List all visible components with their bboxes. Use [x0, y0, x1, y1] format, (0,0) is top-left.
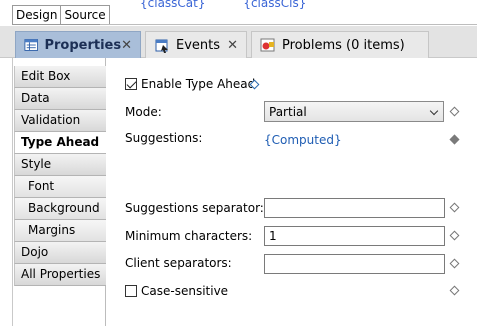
enable-type-ahead-row: Enable Type Ahead — [125, 77, 255, 91]
divider — [12, 58, 13, 326]
view-tab-bar: Properties ✕ Events ✕ Problems (0 items) — [0, 26, 477, 58]
editor-cut-text: {classCat} {classCls} — [140, 0, 340, 10]
tab-events[interactable]: Events ✕ — [145, 31, 247, 58]
tab-events-label: Events — [176, 37, 221, 53]
property-diamond-icon[interactable] — [449, 230, 460, 241]
divider — [100, 24, 477, 25]
suggestions-separator-label: Suggestions separator: — [125, 201, 264, 215]
suggestions-computed-link[interactable]: {Computed} — [264, 133, 342, 147]
enable-type-ahead-label: Enable Type Ahead — [141, 77, 256, 91]
editor-strip: {classCat} {classCls} Design Source — [0, 0, 477, 26]
tab-problems[interactable]: Problems (0 items) — [251, 31, 429, 58]
client-separators-input[interactable] — [264, 254, 445, 274]
minimum-characters-label: Minimum characters: — [125, 229, 253, 243]
properties-icon — [24, 39, 39, 51]
category-tab-edit-box[interactable]: Edit Box — [14, 66, 106, 88]
property-category-tabs: Edit Box Data Validation Type Ahead Styl… — [0, 58, 106, 326]
case-sensitive-checkbox[interactable] — [125, 285, 137, 297]
events-icon — [155, 39, 168, 53]
property-diamond-icon[interactable] — [449, 202, 460, 213]
category-tab-background[interactable]: Background — [14, 198, 106, 220]
close-icon[interactable]: ✕ — [121, 38, 132, 53]
type-ahead-panel: Enable Type Ahead Mode: Partial Suggesti… — [107, 58, 477, 326]
mode-select[interactable]: Partial — [264, 101, 444, 122]
tab-properties[interactable]: Properties ✕ — [15, 31, 141, 58]
property-diamond-icon[interactable] — [449, 106, 460, 117]
problems-icon — [260, 38, 275, 52]
client-separators-label: Client separators: — [125, 256, 232, 270]
tab-properties-label: Properties — [44, 37, 122, 53]
category-tab-type-ahead[interactable]: Type Ahead — [14, 132, 106, 154]
minimum-characters-input[interactable]: 1 — [264, 226, 445, 246]
suggestions-separator-input[interactable] — [264, 198, 445, 218]
property-diamond-icon[interactable] — [449, 285, 460, 296]
mode-select-value: Partial — [269, 104, 307, 119]
category-tab-validation[interactable]: Validation — [14, 110, 106, 132]
category-tab-font[interactable]: Font — [14, 176, 106, 198]
suggestions-label: Suggestions: — [125, 131, 203, 145]
source-tab[interactable]: Source — [60, 6, 108, 24]
enable-type-ahead-checkbox[interactable] — [125, 78, 137, 90]
category-tab-dojo[interactable]: Dojo — [14, 242, 106, 264]
editor-mode-tabs: Design Source — [12, 5, 110, 25]
tab-problems-label: Problems (0 items) — [282, 37, 405, 53]
category-tab-all-properties[interactable]: All Properties — [14, 264, 106, 286]
close-icon[interactable]: ✕ — [227, 38, 238, 53]
chevron-down-icon — [429, 106, 439, 116]
design-tab[interactable]: Design — [13, 6, 60, 24]
category-tab-margins[interactable]: Margins — [14, 220, 106, 242]
case-sensitive-row: Case-sensitive — [125, 284, 228, 298]
property-diamond-icon[interactable] — [449, 258, 460, 269]
editor-cut-text-1: {classCat} — [140, 0, 206, 10]
category-tab-data[interactable]: Data — [14, 88, 106, 110]
case-sensitive-label: Case-sensitive — [141, 284, 229, 298]
category-tab-style[interactable]: Style — [14, 154, 106, 176]
editor-cut-text-2: {classCls} — [243, 0, 307, 10]
property-diamond-icon[interactable] — [449, 134, 460, 145]
mode-label: Mode: — [125, 105, 162, 119]
